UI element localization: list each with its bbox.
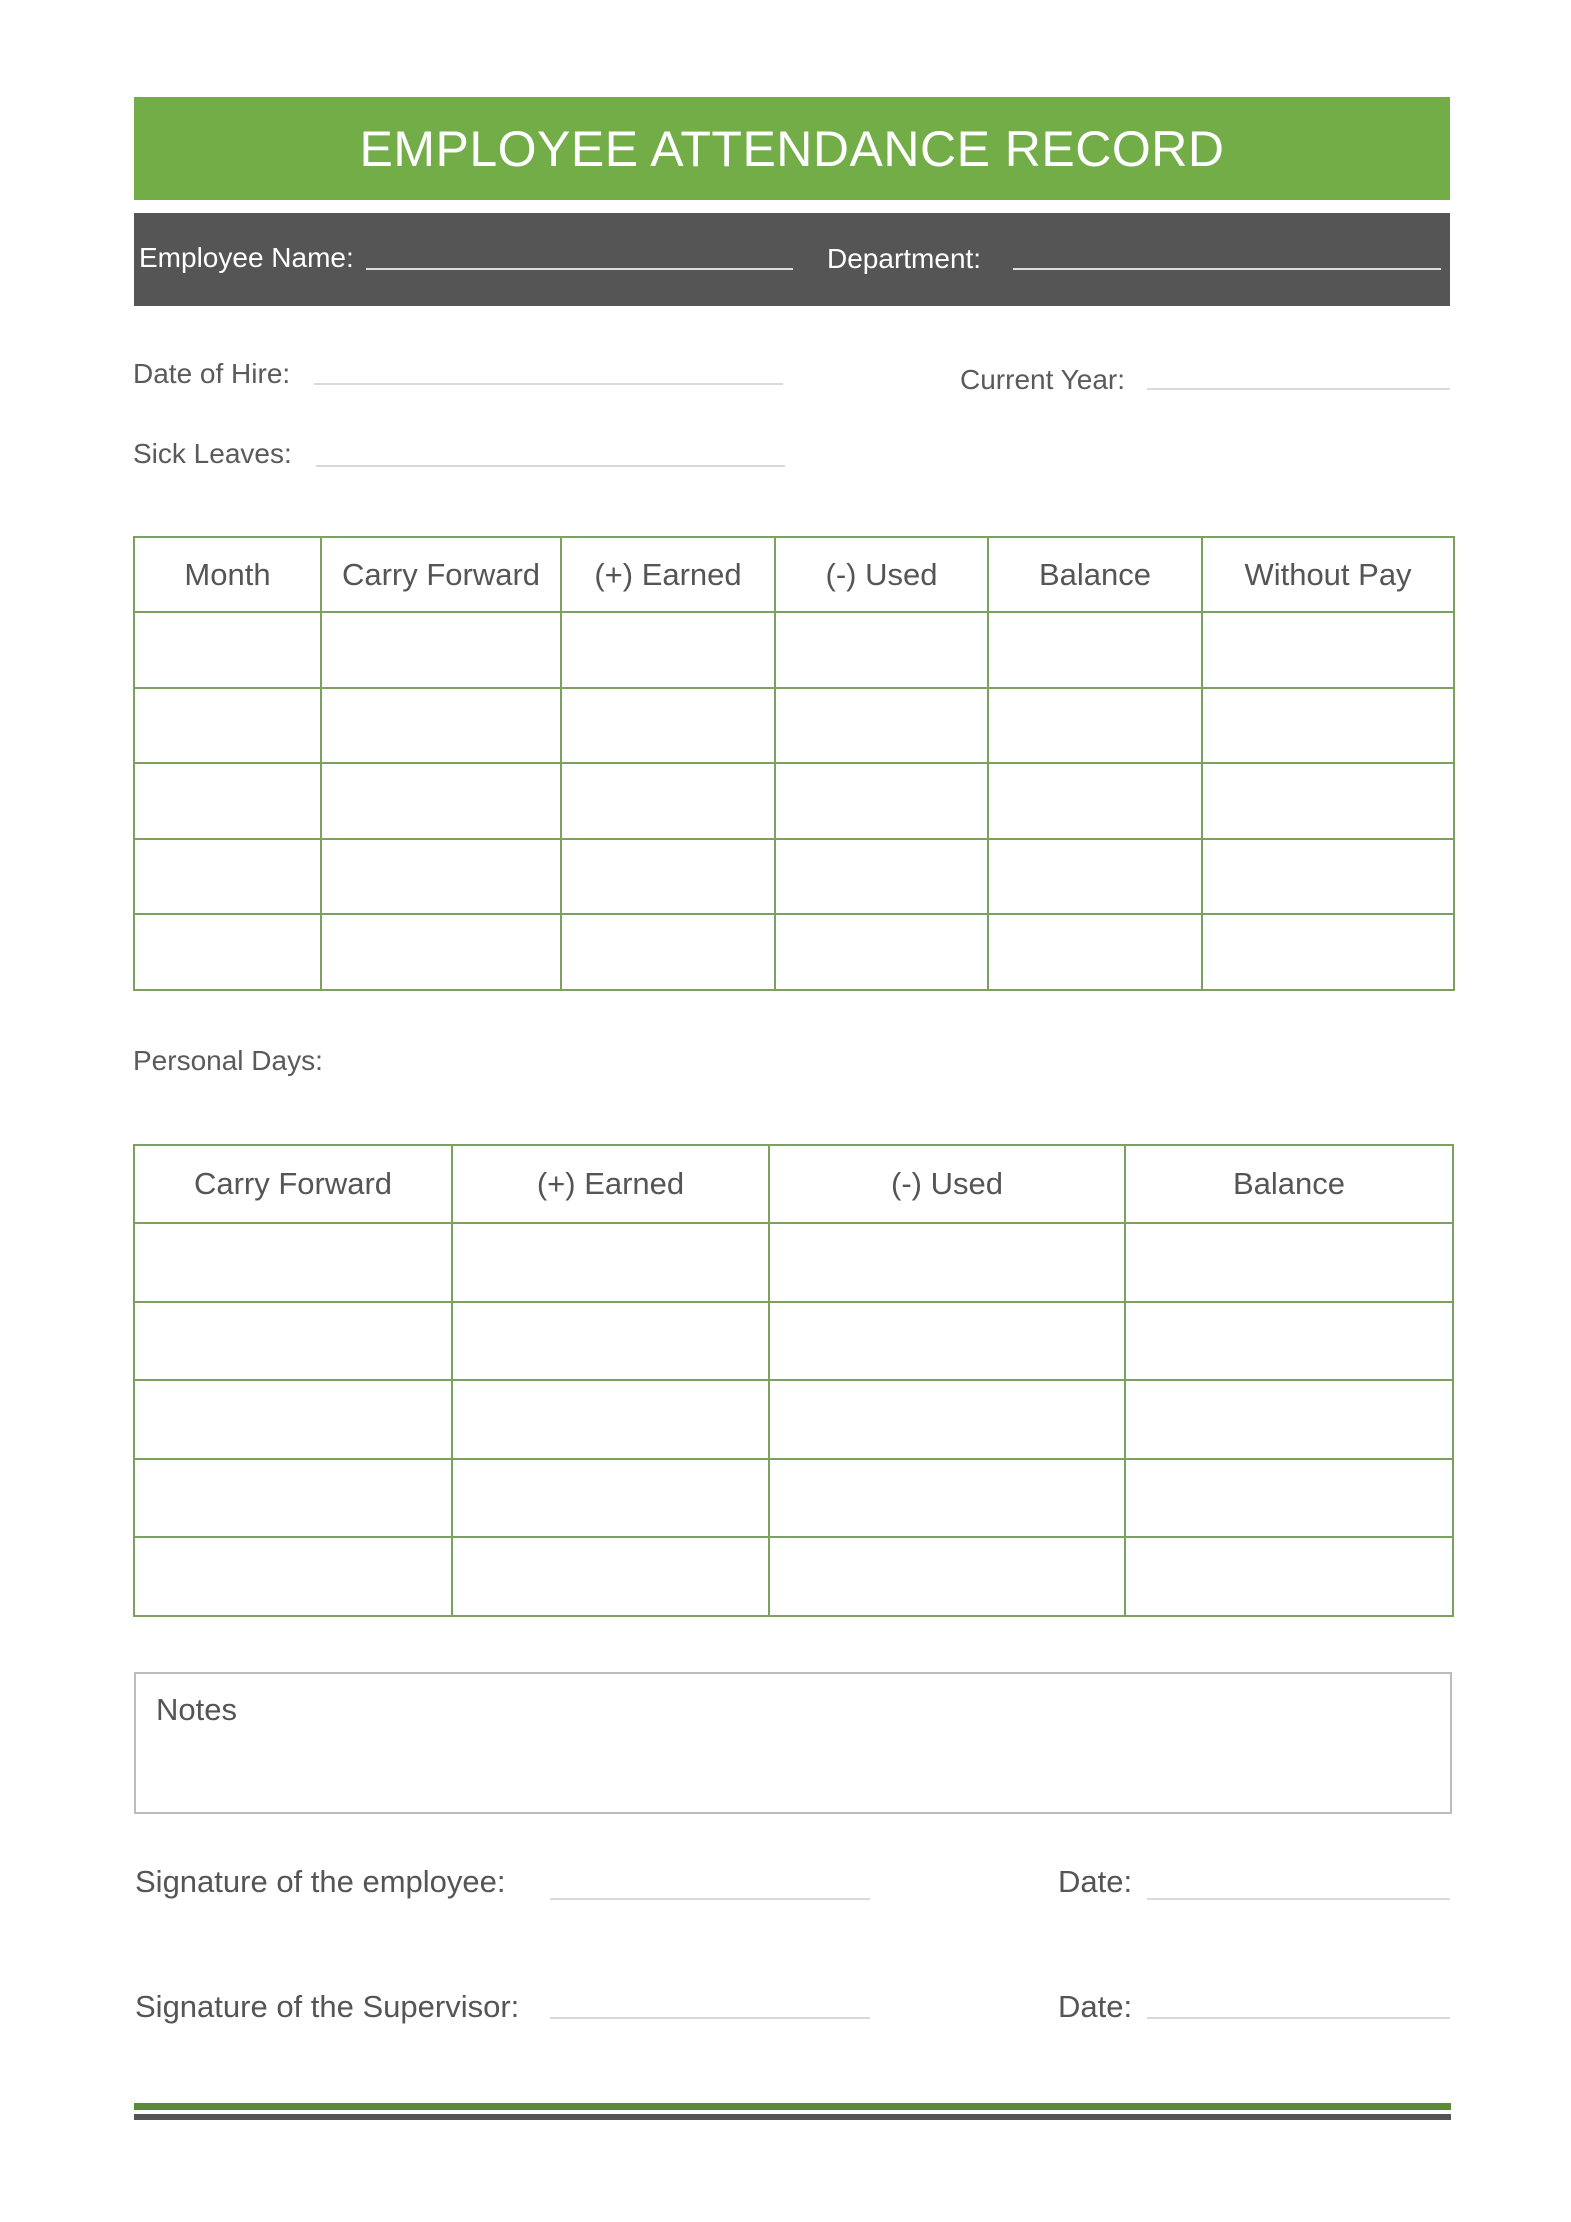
column-header-earned: (+) Earned	[451, 1144, 770, 1224]
table-cell[interactable]	[768, 1300, 1126, 1381]
employee-signature-label: Signature of the employee:	[135, 1864, 506, 1899]
table-cell[interactable]	[987, 611, 1203, 689]
table-cell[interactable]	[133, 686, 322, 764]
employee-signature-field[interactable]	[550, 1898, 870, 1900]
table-cell[interactable]	[987, 762, 1203, 840]
table-cell[interactable]	[1124, 1536, 1454, 1617]
table-cell[interactable]	[133, 1379, 453, 1460]
personal-days-table: Carry Forward (+) Earned (-) Used Balanc…	[133, 1144, 1454, 1617]
table-cell[interactable]	[768, 1379, 1126, 1460]
table-cell[interactable]	[133, 1300, 453, 1381]
title-banner: EMPLOYEE ATTENDANCE RECORD	[134, 97, 1450, 200]
employee-date-label: Date:	[1058, 1864, 1133, 1899]
department-label: Department:	[827, 243, 982, 274]
table-cell[interactable]	[451, 1536, 770, 1617]
table-cell[interactable]	[133, 1457, 453, 1538]
table-cell[interactable]	[774, 762, 989, 840]
table-cell[interactable]	[560, 837, 776, 915]
date-of-hire-field[interactable]	[314, 383, 783, 385]
table-cell[interactable]	[320, 686, 562, 764]
table-cell[interactable]	[560, 913, 776, 991]
table-row	[133, 686, 1455, 764]
table-row	[133, 1300, 1454, 1381]
table-cell[interactable]	[451, 1379, 770, 1460]
table-cell[interactable]	[1124, 1457, 1454, 1538]
table-cell[interactable]	[774, 686, 989, 764]
supervisor-date-field[interactable]	[1147, 2017, 1450, 2019]
column-header-without-pay: Without Pay	[1201, 536, 1455, 613]
table-header-row: Carry Forward (+) Earned (-) Used Balanc…	[133, 1144, 1454, 1224]
sick-leave-table: Month Carry Forward (+) Earned (-) Used …	[133, 536, 1455, 991]
department-field[interactable]	[1013, 268, 1441, 270]
table-cell[interactable]	[320, 762, 562, 840]
table-cell[interactable]	[768, 1457, 1126, 1538]
sick-leaves-label: Sick Leaves:	[133, 438, 292, 469]
table-cell[interactable]	[133, 913, 322, 991]
table-cell[interactable]	[987, 837, 1203, 915]
notes-label: Notes	[156, 1692, 237, 1727]
table-cell[interactable]	[1124, 1300, 1454, 1381]
table-row	[133, 611, 1455, 689]
table-cell[interactable]	[774, 837, 989, 915]
table-header-row: Month Carry Forward (+) Earned (-) Used …	[133, 536, 1455, 613]
employee-date-field[interactable]	[1147, 1898, 1450, 1900]
column-header-balance: Balance	[987, 536, 1203, 613]
column-header-month: Month	[133, 536, 322, 613]
table-cell[interactable]	[451, 1300, 770, 1381]
footer-green-rule	[134, 2103, 1451, 2110]
table-cell[interactable]	[1201, 686, 1455, 764]
table-cell[interactable]	[451, 1222, 770, 1303]
table-cell[interactable]	[1201, 611, 1455, 689]
table-row	[133, 1536, 1454, 1617]
table-row	[133, 1457, 1454, 1538]
table-cell[interactable]	[560, 762, 776, 840]
column-header-balance: Balance	[1124, 1144, 1454, 1224]
table-cell[interactable]	[768, 1222, 1126, 1303]
table-cell[interactable]	[774, 611, 989, 689]
table-cell[interactable]	[320, 611, 562, 689]
table-cell[interactable]	[560, 611, 776, 689]
table-cell[interactable]	[1201, 913, 1455, 991]
table-cell[interactable]	[1124, 1379, 1454, 1460]
table-cell[interactable]	[987, 913, 1203, 991]
column-header-earned: (+) Earned	[560, 536, 776, 613]
date-of-hire-label: Date of Hire:	[133, 358, 291, 389]
table-cell[interactable]	[133, 837, 322, 915]
table-cell[interactable]	[1201, 762, 1455, 840]
column-header-used: (-) Used	[774, 536, 989, 613]
table-cell[interactable]	[133, 1536, 453, 1617]
supervisor-signature-label: Signature of the Supervisor:	[135, 1989, 520, 2024]
table-cell[interactable]	[774, 913, 989, 991]
table-cell[interactable]	[560, 686, 776, 764]
employee-name-field[interactable]	[366, 268, 793, 270]
notes-box[interactable]: Notes	[134, 1672, 1452, 1814]
supervisor-date-label: Date:	[1058, 1989, 1133, 2024]
current-year-label: Current Year:	[960, 364, 1125, 395]
page-title: EMPLOYEE ATTENDANCE RECORD	[359, 120, 1225, 177]
table-row	[133, 913, 1455, 991]
table-cell[interactable]	[451, 1457, 770, 1538]
current-year-field[interactable]	[1147, 388, 1450, 390]
table-row	[133, 837, 1455, 915]
sick-leaves-field[interactable]	[316, 465, 785, 467]
table-cell[interactable]	[987, 686, 1203, 764]
table-cell[interactable]	[1124, 1222, 1454, 1303]
column-header-carry-forward: Carry Forward	[133, 1144, 453, 1224]
table-cell[interactable]	[1201, 837, 1455, 915]
table-cell[interactable]	[320, 837, 562, 915]
employee-name-label: Employee Name:	[139, 242, 354, 273]
table-cell[interactable]	[133, 611, 322, 689]
footer-dark-rule	[134, 2114, 1451, 2120]
table-cell[interactable]	[768, 1536, 1126, 1617]
personal-days-label: Personal Days:	[133, 1045, 323, 1076]
table-row	[133, 1222, 1454, 1303]
table-cell[interactable]	[133, 762, 322, 840]
table-row	[133, 1379, 1454, 1460]
column-header-carry-forward: Carry Forward	[320, 536, 562, 613]
table-cell[interactable]	[320, 913, 562, 991]
supervisor-signature-field[interactable]	[550, 2017, 870, 2019]
table-row	[133, 762, 1455, 840]
table-cell[interactable]	[133, 1222, 453, 1303]
column-header-used: (-) Used	[768, 1144, 1126, 1224]
